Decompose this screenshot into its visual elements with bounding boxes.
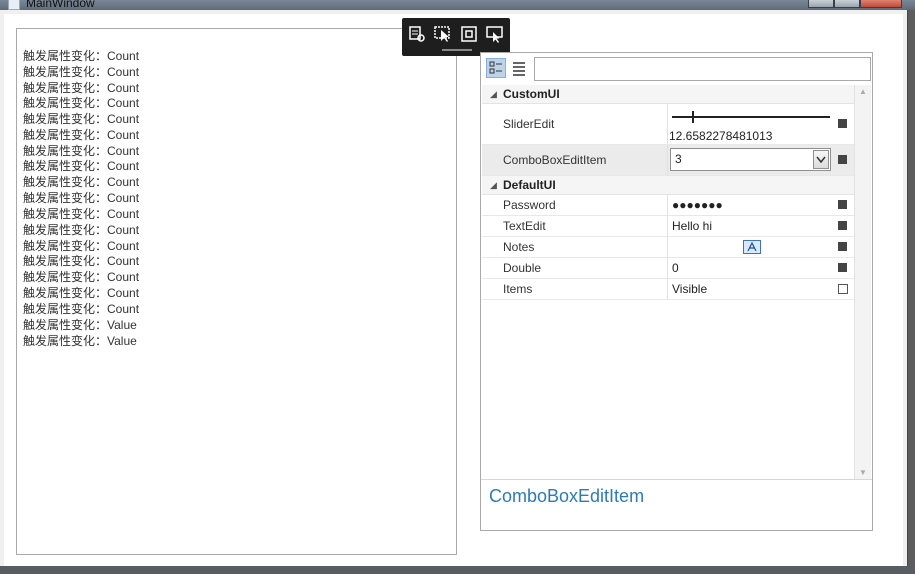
log-line: 触发属性变化：Count — [23, 175, 140, 189]
collapse-arrow-icon[interactable]: ◢ — [490, 89, 497, 100]
log-line: 触发属性变化：Value — [23, 318, 137, 332]
category-header-defaultui[interactable]: ◢ DefaultUI — [482, 176, 854, 195]
log-line: 触发属性变化：Count — [23, 223, 140, 237]
column-divider — [667, 216, 668, 236]
property-row-password[interactable]: Password ●●●●●●● — [482, 195, 854, 216]
chevron-down-icon[interactable] — [813, 150, 829, 169]
scroll-down-icon[interactable]: ▼ — [859, 468, 867, 477]
property-marker-icon[interactable] — [838, 242, 847, 251]
slider-thumb[interactable] — [692, 111, 695, 123]
notes-editor-icon[interactable] — [743, 240, 761, 254]
app-icon — [8, 0, 20, 10]
log-listbox[interactable]: 触发属性变化：Count 触发属性变化：Count 触发属性变化：Count 触… — [16, 28, 457, 555]
column-divider — [667, 195, 668, 215]
column-divider — [667, 145, 668, 175]
column-divider — [667, 258, 668, 278]
log-line: 触发属性变化：Value — [23, 334, 137, 348]
log-line: 触发属性变化：Count — [23, 49, 140, 63]
property-label: ComboBoxEditItem — [503, 153, 607, 167]
maximize-button[interactable] — [834, 0, 860, 8]
property-grid: ◢ CustomUI SliderEdit 12.6582278481013 C… — [480, 52, 873, 531]
property-label: Double — [503, 261, 542, 275]
alphabetical-view-icon[interactable] — [509, 58, 529, 78]
property-label: SliderEdit — [503, 117, 555, 131]
category-name: DefaultUI — [503, 178, 556, 192]
log-line: 触发属性变化：Count — [23, 207, 140, 221]
column-divider — [667, 104, 668, 144]
slider-track[interactable] — [672, 116, 830, 118]
property-label: TextEdit — [503, 219, 546, 233]
close-button[interactable] — [860, 0, 902, 8]
log-line: 触发属性变化：Count — [23, 191, 140, 205]
collapse-arrow-icon[interactable]: ◢ — [490, 180, 497, 191]
property-row-comboboxedititem[interactable]: ComboBoxEditItem 3 — [482, 145, 854, 176]
log-line: 触发属性变化：Count — [23, 128, 140, 142]
title-bar: MainWindow — [0, 0, 915, 10]
category-name: CustomUI — [503, 87, 560, 101]
property-row-notes[interactable]: Notes — [482, 237, 854, 258]
property-label: Notes — [503, 240, 535, 254]
property-marker-icon[interactable] — [838, 221, 847, 230]
property-search-input[interactable] — [534, 57, 871, 81]
column-divider — [667, 237, 668, 257]
description-panel: ComboBoxEditItem — [481, 479, 872, 531]
property-grid-toolbar — [481, 53, 872, 83]
log-line: 触发属性变化：Count — [23, 302, 140, 316]
property-marker-icon[interactable] — [838, 263, 847, 272]
log-line: 触发属性变化：Count — [23, 239, 140, 253]
log-line: 触发属性变化：Count — [23, 112, 140, 126]
property-label: Password — [503, 198, 556, 212]
log-line: 触发属性变化：Count — [23, 270, 140, 284]
layout-adorner-icon[interactable] — [459, 24, 479, 44]
column-divider — [667, 279, 668, 299]
property-marker-icon[interactable] — [838, 119, 847, 128]
scroll-up-icon[interactable]: ▲ — [859, 87, 867, 96]
items-field[interactable]: Visible — [672, 282, 707, 296]
taskbar-strip — [0, 566, 915, 574]
debug-toolbar — [402, 18, 510, 56]
log-line: 触发属性变化：Count — [23, 65, 140, 79]
log-line: 触发属性变化：Count — [23, 286, 140, 300]
drag-handle[interactable] — [442, 49, 472, 51]
password-field[interactable]: ●●●●●●● — [672, 198, 723, 212]
property-marker-icon[interactable] — [838, 200, 847, 209]
category-header-customui[interactable]: ◢ CustomUI — [482, 85, 854, 104]
log-line: 触发属性变化：Count — [23, 144, 140, 158]
property-row-double[interactable]: Double 0 — [482, 258, 854, 279]
property-row-slideredit[interactable]: SliderEdit 12.6582278481013 — [482, 104, 854, 145]
desktop-background — [907, 10, 915, 566]
property-row-textedit[interactable]: TextEdit Hello hi — [482, 216, 854, 237]
log-line: 触发属性变化：Count — [23, 96, 140, 110]
text-edit-field[interactable]: Hello hi — [672, 219, 712, 233]
log-line: 触发属性变化：Count — [23, 159, 140, 173]
vertical-scrollbar[interactable]: ▲ ▼ — [854, 85, 871, 479]
property-marker-icon[interactable] — [838, 155, 847, 164]
log-line: 触发属性变化：Count — [23, 254, 140, 268]
pointer-select-icon[interactable] — [433, 24, 453, 44]
description-title: ComboBoxEditItem — [489, 486, 645, 506]
track-focus-icon[interactable] — [485, 24, 505, 44]
combobox[interactable]: 3 — [670, 148, 831, 171]
property-marker-icon[interactable] — [838, 284, 848, 294]
property-row-items[interactable]: Items Visible — [482, 279, 854, 300]
property-list: ◢ CustomUI SliderEdit 12.6582278481013 C… — [482, 85, 854, 479]
slider-value: 12.6582278481013 — [669, 129, 773, 143]
double-field[interactable]: 0 — [672, 261, 679, 275]
log-line: 触发属性变化：Count — [23, 81, 140, 95]
combobox-value: 3 — [675, 152, 682, 166]
minimize-button[interactable] — [808, 0, 834, 8]
select-element-icon[interactable] — [407, 24, 427, 44]
categorized-view-icon[interactable] — [486, 58, 506, 78]
property-label: Items — [503, 282, 533, 296]
window-title: MainWindow — [26, 0, 95, 10]
